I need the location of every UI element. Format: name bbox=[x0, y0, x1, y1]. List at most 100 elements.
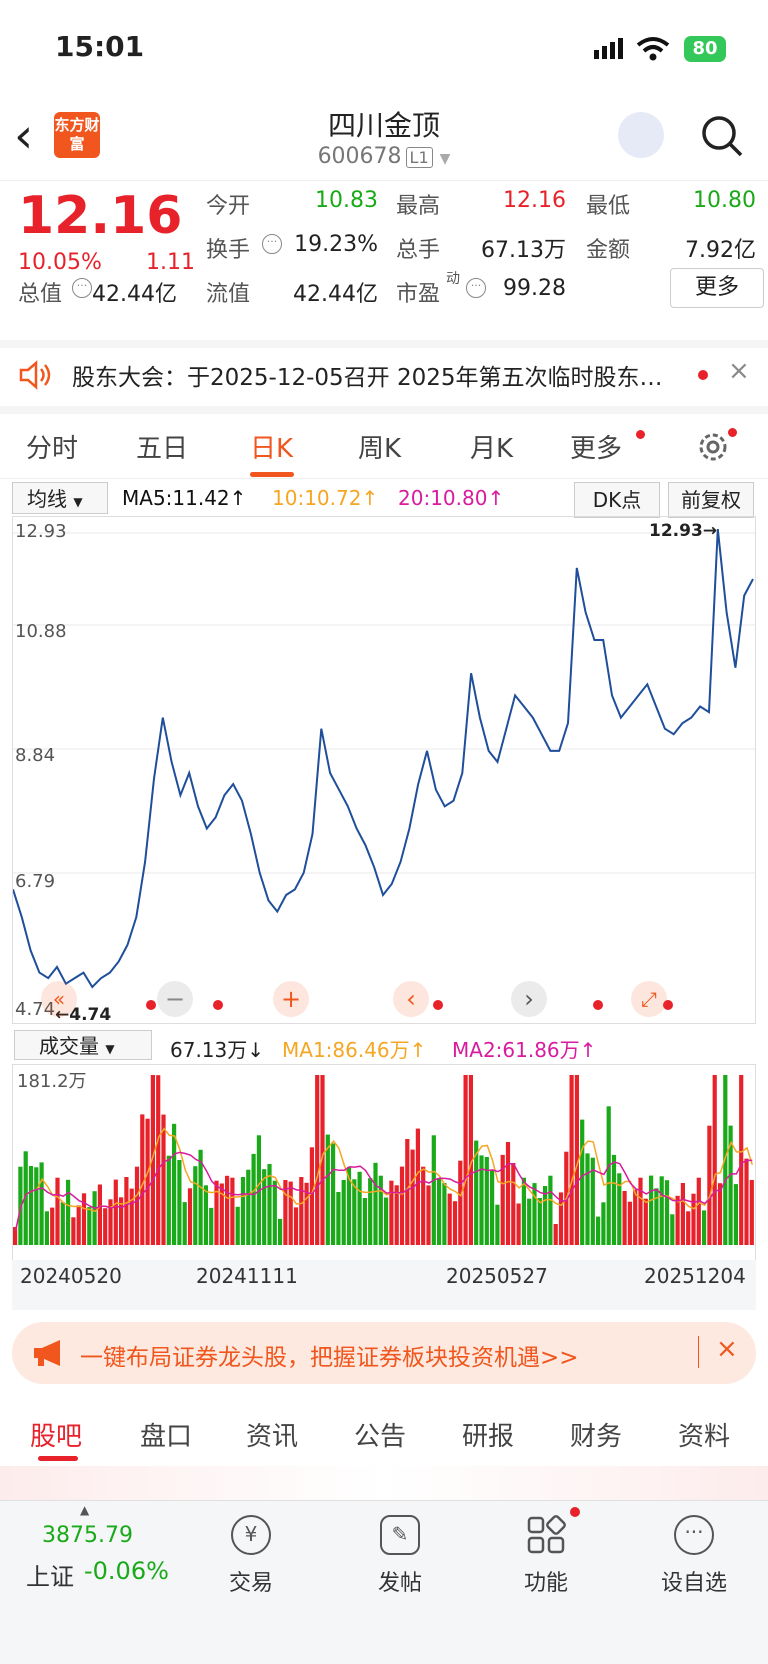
ma10-label: 10:10.72↑ bbox=[272, 486, 379, 510]
more-quote-button[interactable]: 更多 bbox=[670, 268, 764, 308]
speaker-icon bbox=[19, 360, 51, 390]
volume-bar bbox=[733, 1184, 738, 1245]
volume-value-label: 67.13万↓ bbox=[170, 1038, 265, 1062]
volume-bar bbox=[543, 1186, 548, 1245]
info-icon[interactable]: ··· bbox=[466, 278, 486, 298]
volume-bar bbox=[670, 1214, 675, 1245]
tab-monthly-k[interactable]: 月K bbox=[470, 428, 513, 465]
volume-bar bbox=[66, 1179, 71, 1245]
active-tab-indicator bbox=[38, 1456, 78, 1461]
y-tick-label: 12.93 bbox=[15, 521, 67, 542]
adjust-button[interactable]: 前复权 bbox=[668, 482, 754, 518]
indicator-select[interactable]: 均线 ▼ bbox=[12, 482, 108, 514]
nav-trade[interactable]: 交易 bbox=[201, 1565, 301, 1597]
close-icon[interactable]: × bbox=[728, 356, 750, 386]
tab-weekly-k[interactable]: 周K bbox=[358, 428, 401, 465]
volume-bar bbox=[680, 1183, 685, 1245]
grid-icon[interactable] bbox=[526, 1515, 566, 1555]
mktcap-value: 42.44亿 bbox=[92, 282, 177, 307]
volume-bar bbox=[182, 1202, 187, 1245]
volume-value: 67.13万 bbox=[481, 238, 566, 263]
volume-bar bbox=[336, 1192, 341, 1245]
volume-bar bbox=[81, 1193, 87, 1245]
more-circle-icon[interactable]: ··· bbox=[674, 1515, 714, 1555]
next-icon[interactable]: › bbox=[511, 981, 547, 1017]
volume-bar bbox=[601, 1202, 606, 1245]
float-value: 42.44亿 bbox=[293, 282, 378, 307]
volume-bar bbox=[537, 1198, 542, 1245]
amount-label: 金额 bbox=[586, 238, 631, 263]
open-value: 10.83 bbox=[315, 188, 378, 213]
volume-bar bbox=[352, 1179, 357, 1245]
battery-icon: 80 bbox=[684, 36, 726, 62]
content-tabs: 股吧 盘口 资讯 公告 研报 财务 资料 bbox=[0, 1398, 768, 1464]
stock-header: ‹ 东方财富 四川金顶 600678 L1 ▼ bbox=[0, 96, 768, 181]
gear-icon[interactable] bbox=[696, 430, 730, 464]
zoom-in-icon[interactable]: + bbox=[273, 981, 309, 1017]
tab-more[interactable]: 更多 bbox=[570, 428, 622, 465]
search-icon[interactable] bbox=[700, 114, 744, 158]
fullscreen-icon[interactable]: ⤢ bbox=[631, 981, 667, 1017]
promo-banner[interactable]: 一键布局证券龙头股，把握证券板块投资机遇>> × bbox=[12, 1322, 756, 1384]
trade-icon[interactable]: ¥ bbox=[231, 1515, 271, 1555]
kline-chart[interactable]: 12.93 10.88 8.84 6.79 4.74 12.93→ ←4.74 … bbox=[12, 516, 756, 1025]
tab-news[interactable]: 资讯 bbox=[246, 1416, 298, 1453]
volume-bar bbox=[331, 1143, 336, 1245]
info-icon[interactable]: ··· bbox=[72, 278, 92, 298]
prev-icon[interactable]: ‹ bbox=[393, 981, 429, 1017]
tab-5day[interactable]: 五日 bbox=[136, 428, 188, 465]
nav-function[interactable]: 功能 bbox=[496, 1565, 596, 1597]
volume-chart[interactable]: 181.2万 bbox=[12, 1064, 756, 1260]
volume-bar bbox=[251, 1153, 256, 1245]
event-marker[interactable] bbox=[593, 1000, 603, 1010]
dk-point-button[interactable]: DK点 bbox=[574, 482, 660, 518]
clock: 15:01 bbox=[55, 30, 145, 63]
event-marker[interactable] bbox=[146, 1000, 156, 1010]
event-marker[interactable] bbox=[433, 1000, 443, 1010]
tab-daily-k[interactable]: 日K bbox=[250, 428, 293, 465]
rewind-icon[interactable]: « bbox=[41, 981, 77, 1017]
index-name[interactable]: 上证 bbox=[26, 1557, 74, 1592]
volume-bar bbox=[76, 1205, 81, 1245]
tab-pankou[interactable]: 盘口 bbox=[140, 1416, 192, 1453]
tab-research[interactable]: 研报 bbox=[462, 1416, 514, 1453]
ma5-label: MA5:11.42↑ bbox=[122, 486, 247, 510]
unread-dot bbox=[698, 370, 708, 380]
nav-add-watchlist[interactable]: 设自选 bbox=[644, 1565, 744, 1597]
volume-bar bbox=[172, 1123, 177, 1245]
volume-bar bbox=[553, 1224, 558, 1245]
signal-icon bbox=[594, 38, 623, 59]
stock-code: 600678 bbox=[317, 144, 402, 169]
volume-select[interactable]: 成交量 ▼ bbox=[14, 1030, 152, 1060]
notice-text: 股东大会：于2025-12-05召开 2025年第五次临时股东大会 bbox=[72, 365, 672, 391]
volume-bar bbox=[447, 1193, 452, 1245]
tab-announcement[interactable]: 公告 bbox=[354, 1416, 406, 1453]
collapse-arrow-icon[interactable]: ▲ bbox=[80, 1503, 89, 1517]
close-icon[interactable]: × bbox=[716, 1334, 738, 1364]
volume-select-label: 成交量 bbox=[39, 1034, 99, 1058]
assistant-robot-icon[interactable] bbox=[618, 112, 664, 158]
volume-bar bbox=[421, 1166, 426, 1245]
edit-icon[interactable]: ✎ bbox=[380, 1515, 420, 1555]
tab-profile[interactable]: 资料 bbox=[678, 1416, 730, 1453]
dropdown-icon: ▼ bbox=[73, 495, 83, 509]
active-tab-indicator bbox=[250, 472, 294, 477]
nav-post[interactable]: 发帖 bbox=[350, 1565, 450, 1597]
volume-bar bbox=[505, 1142, 511, 1245]
volume-bar bbox=[442, 1183, 447, 1245]
unread-dot bbox=[570, 1507, 580, 1517]
tab-finance[interactable]: 财务 bbox=[570, 1416, 622, 1453]
volume-bar bbox=[166, 1155, 171, 1245]
high-label: 最高 bbox=[396, 194, 441, 219]
info-icon[interactable]: ··· bbox=[262, 234, 282, 254]
volume-bar bbox=[490, 1169, 495, 1245]
promo-text: 一键布局证券龙头股，把握证券板块投资机遇>> bbox=[80, 1345, 579, 1371]
event-marker[interactable] bbox=[213, 1000, 223, 1010]
tab-guba[interactable]: 股吧 bbox=[30, 1416, 82, 1453]
volume-bar bbox=[521, 1177, 526, 1245]
tab-intraday[interactable]: 分时 bbox=[26, 428, 78, 465]
notice-bar[interactable]: 股东大会：于2025-12-05召开 2025年第五次临时股东大会 × bbox=[0, 344, 768, 414]
volume-bar bbox=[384, 1197, 389, 1245]
unread-dot bbox=[728, 428, 737, 437]
zoom-out-icon[interactable]: − bbox=[157, 981, 193, 1017]
